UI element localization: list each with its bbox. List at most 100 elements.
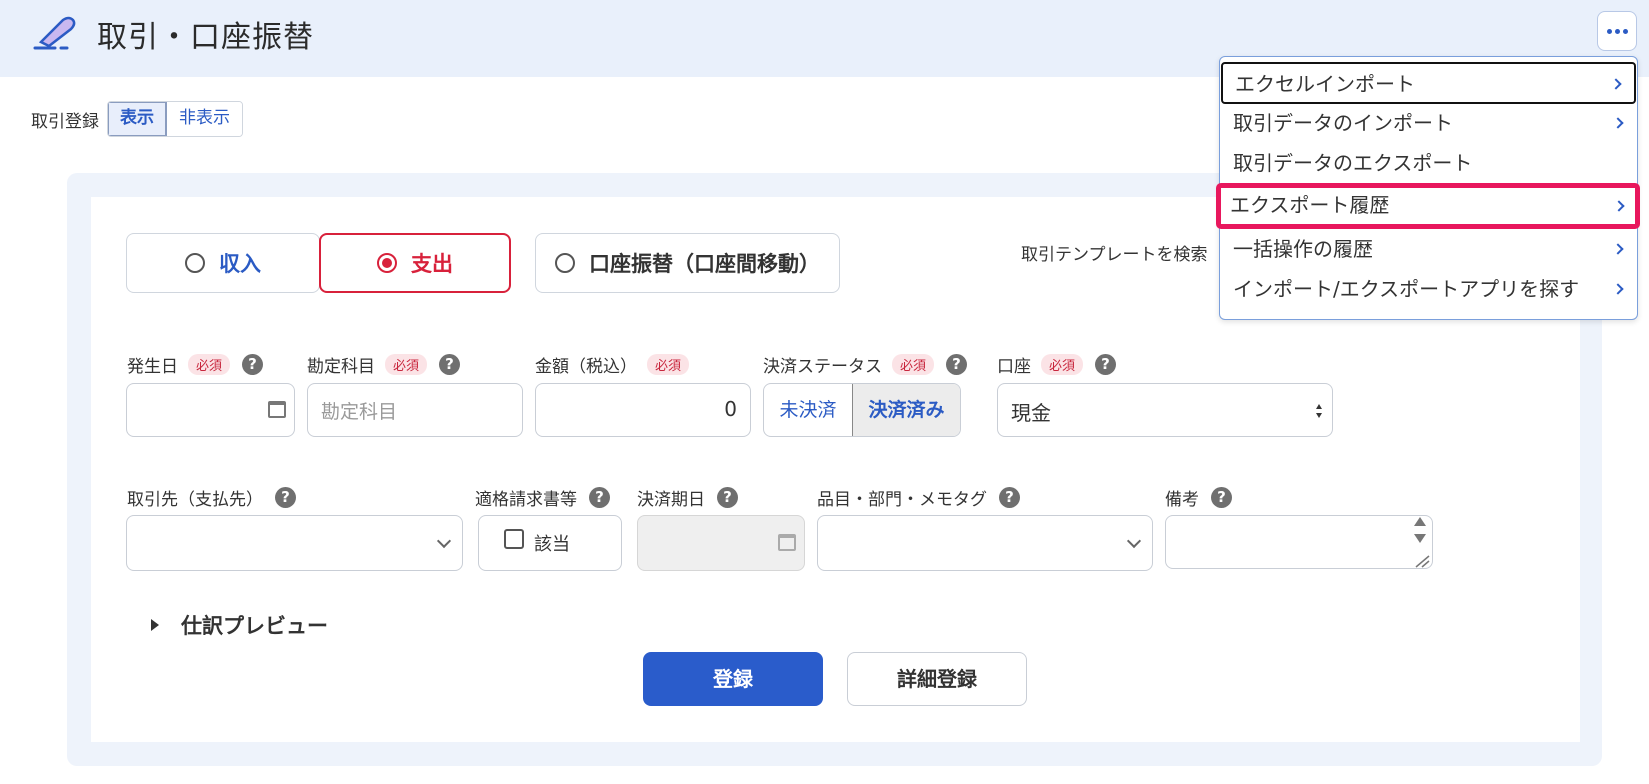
due-date-input <box>637 515 805 571</box>
calendar-icon <box>268 401 286 418</box>
settlement-status-toggle: 未決済 決済済み <box>763 383 961 437</box>
memo-textarea[interactable] <box>1165 515 1433 569</box>
pen-icon <box>33 16 76 50</box>
help-icon[interactable]: ? <box>242 354 264 375</box>
more-dropdown-menu: エクセルインポート 取引データのインポート 取引データのエクスポート エクスポー… <box>1216 56 1640 320</box>
income-tab[interactable]: 収入 <box>126 233 320 293</box>
amount-field-label: 金額（税込） 必須 <box>535 352 690 377</box>
menu-item-label: 取引データのインポート <box>1233 111 1453 135</box>
resize-handle-icon[interactable] <box>1410 552 1430 568</box>
help-icon[interactable]: ? <box>717 487 738 508</box>
tags-label-text: 品目・部門・メモタグ <box>817 490 987 510</box>
menu-item-import-transactions[interactable]: 取引データのインポート <box>1221 103 1636 145</box>
transfer-tab[interactable]: 口座振替（口座間移動） <box>535 233 840 293</box>
qualified-invoice-label-text: 適格請求書等 <box>475 490 577 510</box>
help-icon[interactable]: ? <box>1095 354 1117 375</box>
settlement-status-field-label: 決済ステータス 必須 ? <box>763 352 968 377</box>
chevron-right-icon <box>1612 117 1624 129</box>
menu-item-label: エクスポート履歴 <box>1230 193 1390 217</box>
required-badge: 必須 <box>188 354 231 375</box>
page: 取引・口座振替 取引登録 表示 非表示 収入 支出 口座振替（口座間移動） 取引… <box>0 0 1649 784</box>
show-toggle-button[interactable]: 表示 <box>108 102 167 136</box>
date-input[interactable] <box>126 383 295 437</box>
sort-arrows-icon <box>1316 404 1322 418</box>
menu-item-label: インポート/エクスポートアプリを探す <box>1233 277 1580 301</box>
menu-item-label: 一括操作の履歴 <box>1233 237 1373 261</box>
help-icon[interactable]: ? <box>999 487 1020 508</box>
hide-toggle-button[interactable]: 非表示 <box>167 102 242 136</box>
expense-tab-label: 支出 <box>411 252 453 276</box>
ellipsis-icon <box>1614 28 1620 34</box>
chevron-down-icon <box>436 533 452 549</box>
radio-selected-icon <box>377 253 397 273</box>
required-badge: 必須 <box>385 354 428 375</box>
qualified-invoice-checkbox-label: 該当 <box>534 534 570 555</box>
page-title: 取引・口座振替 <box>97 20 314 55</box>
wallet-field-label: 口座 必須 ? <box>997 352 1117 377</box>
expense-tab[interactable]: 支出 <box>319 233 511 293</box>
income-tab-label: 収入 <box>219 252 261 276</box>
menu-item-export-transactions[interactable]: 取引データのエクスポート <box>1221 143 1636 185</box>
amount-value: 0 <box>724 397 737 421</box>
date-field-label: 発生日 必須 ? <box>127 352 264 377</box>
menu-item-bulk-history[interactable]: 一括操作の履歴 <box>1221 229 1636 271</box>
help-icon[interactable]: ? <box>1211 487 1232 508</box>
settled-button[interactable]: 決済済み <box>852 384 960 436</box>
account-item-input[interactable]: 勘定科目 <box>307 383 523 437</box>
required-badge: 必須 <box>647 354 690 375</box>
wallet-select[interactable]: 現金 <box>997 383 1333 437</box>
partner-select[interactable] <box>126 515 463 571</box>
template-search-label[interactable]: 取引テンプレートを検索 <box>1021 240 1208 265</box>
menu-item-excel-import[interactable]: エクセルインポート <box>1221 62 1636 104</box>
qualified-invoice-field-label: 適格請求書等 ? <box>475 485 610 510</box>
registration-label: 取引登録 <box>31 111 99 132</box>
due-date-field-label: 決済期日 ? <box>637 485 738 510</box>
ellipsis-icon <box>1622 28 1628 34</box>
menu-item-label: 取引データのエクスポート <box>1233 151 1473 175</box>
required-badge: 必須 <box>1041 354 1084 375</box>
tags-select[interactable] <box>817 515 1153 571</box>
help-icon[interactable]: ? <box>275 487 296 508</box>
help-icon[interactable]: ? <box>589 487 610 508</box>
account-item-placeholder: 勘定科目 <box>321 401 398 423</box>
memo-label-text: 備考 <box>1165 490 1199 510</box>
radio-icon <box>185 253 205 273</box>
memo-field-label: 備考 ? <box>1165 485 1232 510</box>
chevron-right-icon <box>1612 283 1624 295</box>
help-icon[interactable]: ? <box>439 354 461 375</box>
partner-label-text: 取引先（支払先） <box>127 490 263 510</box>
transfer-tab-label: 口座振替（口座間移動） <box>589 252 820 276</box>
amount-label-text: 金額（税込） <box>535 357 637 377</box>
qualified-invoice-checkbox[interactable] <box>504 529 524 549</box>
help-icon[interactable]: ? <box>946 354 968 375</box>
chevron-right-icon <box>1613 200 1625 212</box>
detail-register-button[interactable]: 詳細登録 <box>847 652 1027 706</box>
journal-preview-label: 仕訳プレビュー <box>181 614 328 638</box>
journal-preview-toggle[interactable]: 仕訳プレビュー <box>151 610 328 640</box>
registration-toggle: 表示 非表示 <box>107 101 243 137</box>
ellipsis-icon <box>1606 28 1612 34</box>
account-item-field-label: 勘定科目 必須 ? <box>307 352 461 377</box>
caret-right-icon <box>151 619 159 631</box>
partner-field-label: 取引先（支払先） ? <box>127 485 296 510</box>
settlement-status-label-text: 決済ステータス <box>763 357 882 377</box>
chevron-down-icon <box>1126 533 1142 549</box>
chevron-right-icon <box>1610 78 1622 90</box>
radio-icon <box>555 253 575 273</box>
menu-item-find-apps[interactable]: インポート/エクスポートアプリを探す <box>1221 269 1636 311</box>
required-badge: 必須 <box>892 354 935 375</box>
due-date-label-text: 決済期日 <box>637 490 705 510</box>
date-label-text: 発生日 <box>127 357 178 377</box>
amount-input[interactable]: 0 <box>535 383 751 437</box>
chevron-right-icon <box>1612 243 1624 255</box>
calendar-icon <box>778 534 796 551</box>
menu-item-label: エクセルインポート <box>1235 72 1415 96</box>
menu-item-export-history[interactable]: エクスポート履歴 <box>1216 183 1640 229</box>
tags-field-label: 品目・部門・メモタグ ? <box>817 485 1020 510</box>
unsettled-button[interactable]: 未決済 <box>764 384 852 436</box>
register-button[interactable]: 登録 <box>643 652 823 706</box>
spinner-arrows-icon <box>1414 517 1426 543</box>
wallet-label-text: 口座 <box>997 357 1031 377</box>
account-item-label-text: 勘定科目 <box>307 357 375 377</box>
more-menu-button[interactable] <box>1597 11 1637 51</box>
